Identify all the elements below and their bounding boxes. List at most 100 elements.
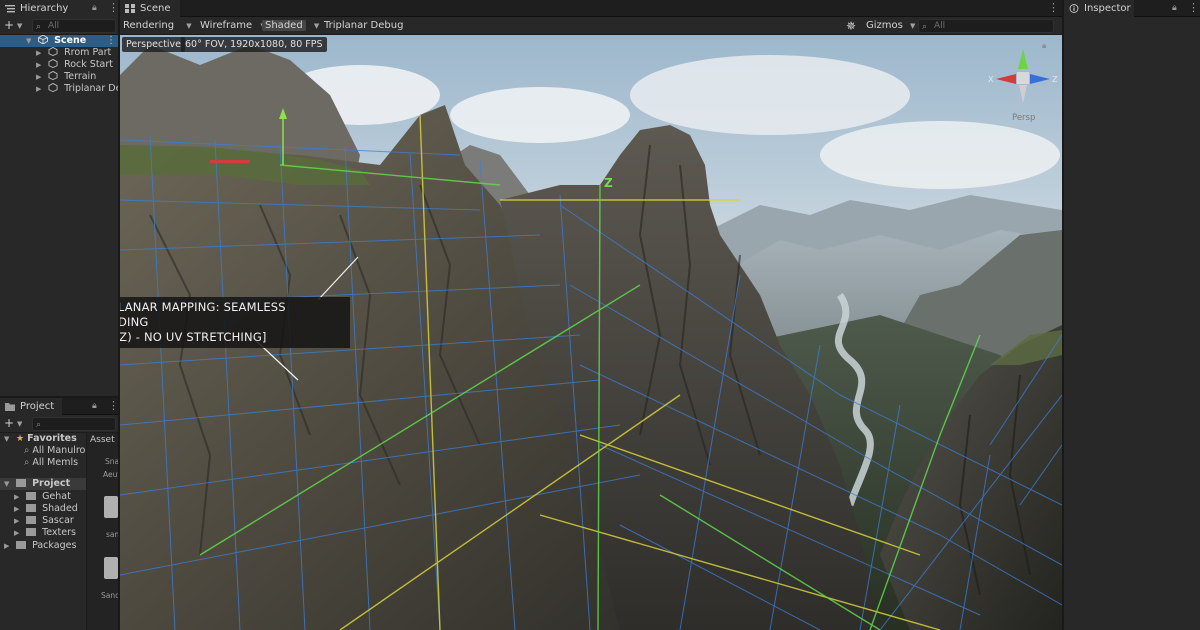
kebab-icon[interactable]: ⋮: [108, 1, 118, 14]
hierarchy-item-label: Rrom Part: [64, 47, 112, 58]
folder-item[interactable]: ▶ Shaded: [14, 503, 78, 515]
expand-arrow-icon[interactable]: ▶: [4, 540, 13, 552]
favorites-item-label: All Manulro: [32, 445, 86, 456]
axis-z-label: Z: [604, 176, 613, 190]
asset-label: Sna: [105, 457, 118, 466]
wireframe-label: Wireframe: [200, 20, 253, 31]
callout-line-1: [TRIPLANAR MAPPING: SEAMLESS BLENDING: [120, 300, 286, 329]
camera-info: 60° FOV, 1920x1080, 80 FPS: [181, 37, 327, 52]
scene-tabbar: Scene ⋮: [120, 0, 1062, 17]
favorites-label: Favorites: [27, 433, 77, 444]
folder-icon: [26, 528, 37, 536]
kebab-icon[interactable]: ⋮: [106, 35, 116, 47]
hierarchy-item[interactable]: ▶ Triplanar Deb: [36, 83, 118, 95]
plus-icon[interactable]: +: [4, 18, 14, 32]
search-icon: ⌕: [922, 22, 928, 32]
expand-arrow-icon[interactable]: ▼: [26, 35, 35, 47]
expand-arrow-icon[interactable]: ▼: [4, 478, 13, 490]
gizmo-persp-label[interactable]: Persp: [1012, 113, 1035, 123]
hierarchy-search-input[interactable]: ⌕ All: [32, 19, 116, 33]
asset-label: sam: [106, 530, 118, 539]
folder-item[interactable]: ▶ Gehat: [14, 491, 71, 503]
folder-icon: [26, 492, 37, 500]
tab-scene[interactable]: Scene: [120, 0, 180, 17]
folder-icon: [5, 403, 15, 411]
folder-item[interactable]: ▶ Texters: [14, 527, 76, 539]
light-toggle-icon[interactable]: ✵: [846, 17, 856, 35]
lock-icon[interactable]: 🔒︎: [1042, 41, 1046, 51]
project-tab-label: Project: [20, 401, 55, 412]
tab-project[interactable]: Project: [0, 398, 62, 415]
favorites-row[interactable]: ▼ ★ Favorites: [4, 433, 77, 445]
asset-thumbnail[interactable]: [104, 557, 118, 579]
expand-arrow-icon[interactable]: ▶: [36, 59, 45, 71]
packages-row[interactable]: ▶ Packages: [4, 540, 76, 552]
kebab-icon[interactable]: ⋮: [108, 399, 118, 412]
list-icon: [5, 5, 15, 13]
favorites-item[interactable]: ⌕ All Manulro: [24, 445, 85, 457]
hierarchy-item-label: Rock Start: [64, 59, 114, 70]
expand-arrow-icon[interactable]: ▶: [14, 503, 23, 515]
folder-item[interactable]: ▶ Sascar: [14, 515, 74, 527]
shaded-dropdown[interactable]: Shaded ▼: [262, 17, 319, 35]
project-tree: ▼ ★ Favorites ⌕ All Manulro ⌕ All Memls …: [0, 433, 86, 630]
chevron-down-icon: ▼: [186, 22, 192, 30]
folder-item-label: Shaded: [42, 503, 78, 514]
asset-thumbnail[interactable]: [104, 496, 118, 518]
expand-arrow-icon[interactable]: ▶: [36, 71, 45, 83]
camera-info-text: 60° FOV, 1920x1080, 80 FPS: [185, 39, 323, 50]
search-icon: ⌕: [24, 457, 30, 468]
hierarchy-item[interactable]: ▶ Rock Start: [36, 59, 113, 71]
inspector-tabbar: Inspector 🔒︎ ⋮: [1064, 0, 1200, 17]
gizmos-dropdown[interactable]: Gizmos ▼: [866, 17, 915, 35]
assets-header: Asset: [90, 435, 115, 445]
lock-icon[interactable]: 🔒︎: [92, 401, 97, 411]
folder-item-label: Texters: [42, 527, 76, 538]
asset-browser: Asset Sna Aeut sam Sand: [86, 433, 118, 630]
expand-arrow-icon[interactable]: ▶: [36, 83, 45, 95]
scene-search-input[interactable]: ⌕ All: [918, 19, 1054, 33]
chevron-down-icon[interactable]: ▼: [17, 420, 22, 428]
perspective-label[interactable]: Perspective: [122, 37, 186, 52]
folder-icon: [26, 504, 37, 512]
triplanar-callout: [TRIPLANAR MAPPING: SEAMLESS BLENDING (X…: [120, 297, 350, 348]
axis-gizmo-icon[interactable]: [988, 41, 1058, 111]
tab-hierarchy[interactable]: Hierarchy: [0, 0, 118, 17]
project-toolbar: + ▼ ⌕: [0, 415, 118, 433]
hierarchy-item[interactable]: ▶ Terrain: [36, 71, 96, 83]
hierarchy-item[interactable]: ▶ Rrom Part: [36, 47, 111, 59]
plus-icon[interactable]: +: [4, 416, 14, 430]
triplanar-debug-button[interactable]: Triplanar Debug: [324, 17, 403, 35]
tab-inspector[interactable]: Inspector: [1064, 0, 1134, 17]
search-icon: ⌕: [24, 445, 30, 456]
project-root-row[interactable]: ▼ Project: [0, 478, 86, 490]
folder-icon: [26, 516, 37, 524]
project-search-input[interactable]: ⌕: [32, 417, 116, 431]
expand-arrow-icon[interactable]: ▼: [4, 433, 13, 445]
inspector-tab-label: Inspector: [1084, 3, 1131, 14]
lock-icon[interactable]: 🔒︎: [1172, 3, 1177, 13]
perspective-text: Perspective: [126, 39, 182, 50]
gameobject-icon: [48, 71, 58, 80]
kebab-icon[interactable]: ⋮: [1048, 1, 1059, 14]
chevron-down-icon[interactable]: ▼: [17, 22, 22, 30]
gizmo-x-label: X: [988, 75, 994, 84]
lock-icon[interactable]: 🔒︎: [92, 3, 97, 13]
expand-arrow-icon[interactable]: ▶: [14, 527, 23, 539]
grid-icon: [125, 4, 135, 13]
hierarchy-tabbar: Hierarchy 🔒︎ ⋮: [0, 0, 118, 17]
scene-root-row[interactable]: ▼ Scene ⋮: [0, 35, 118, 47]
callout-line-2: (X/Y/Z) - NO UV STRETCHING]: [120, 330, 267, 344]
favorites-item[interactable]: ⌕ All Memls: [24, 457, 78, 469]
expand-arrow-icon[interactable]: ▶: [36, 47, 45, 59]
expand-arrow-icon[interactable]: ▶: [14, 515, 23, 527]
gameobject-icon: [48, 59, 58, 68]
rendering-dropdown[interactable]: Rendering ▼: [123, 17, 192, 35]
orientation-gizmo[interactable]: X Z Persp: [988, 41, 1058, 131]
scene-viewport[interactable]: Perspective 60° FOV, 1920x1080, 80 FPS Z…: [120, 35, 1062, 630]
wireframe-dropdown[interactable]: Wireframe ▼: [200, 17, 266, 35]
kebab-icon[interactable]: ⋮: [1188, 1, 1199, 14]
asset-label: Aeut: [103, 470, 118, 479]
expand-arrow-icon[interactable]: ▶: [14, 491, 23, 503]
packages-label: Packages: [32, 540, 77, 551]
